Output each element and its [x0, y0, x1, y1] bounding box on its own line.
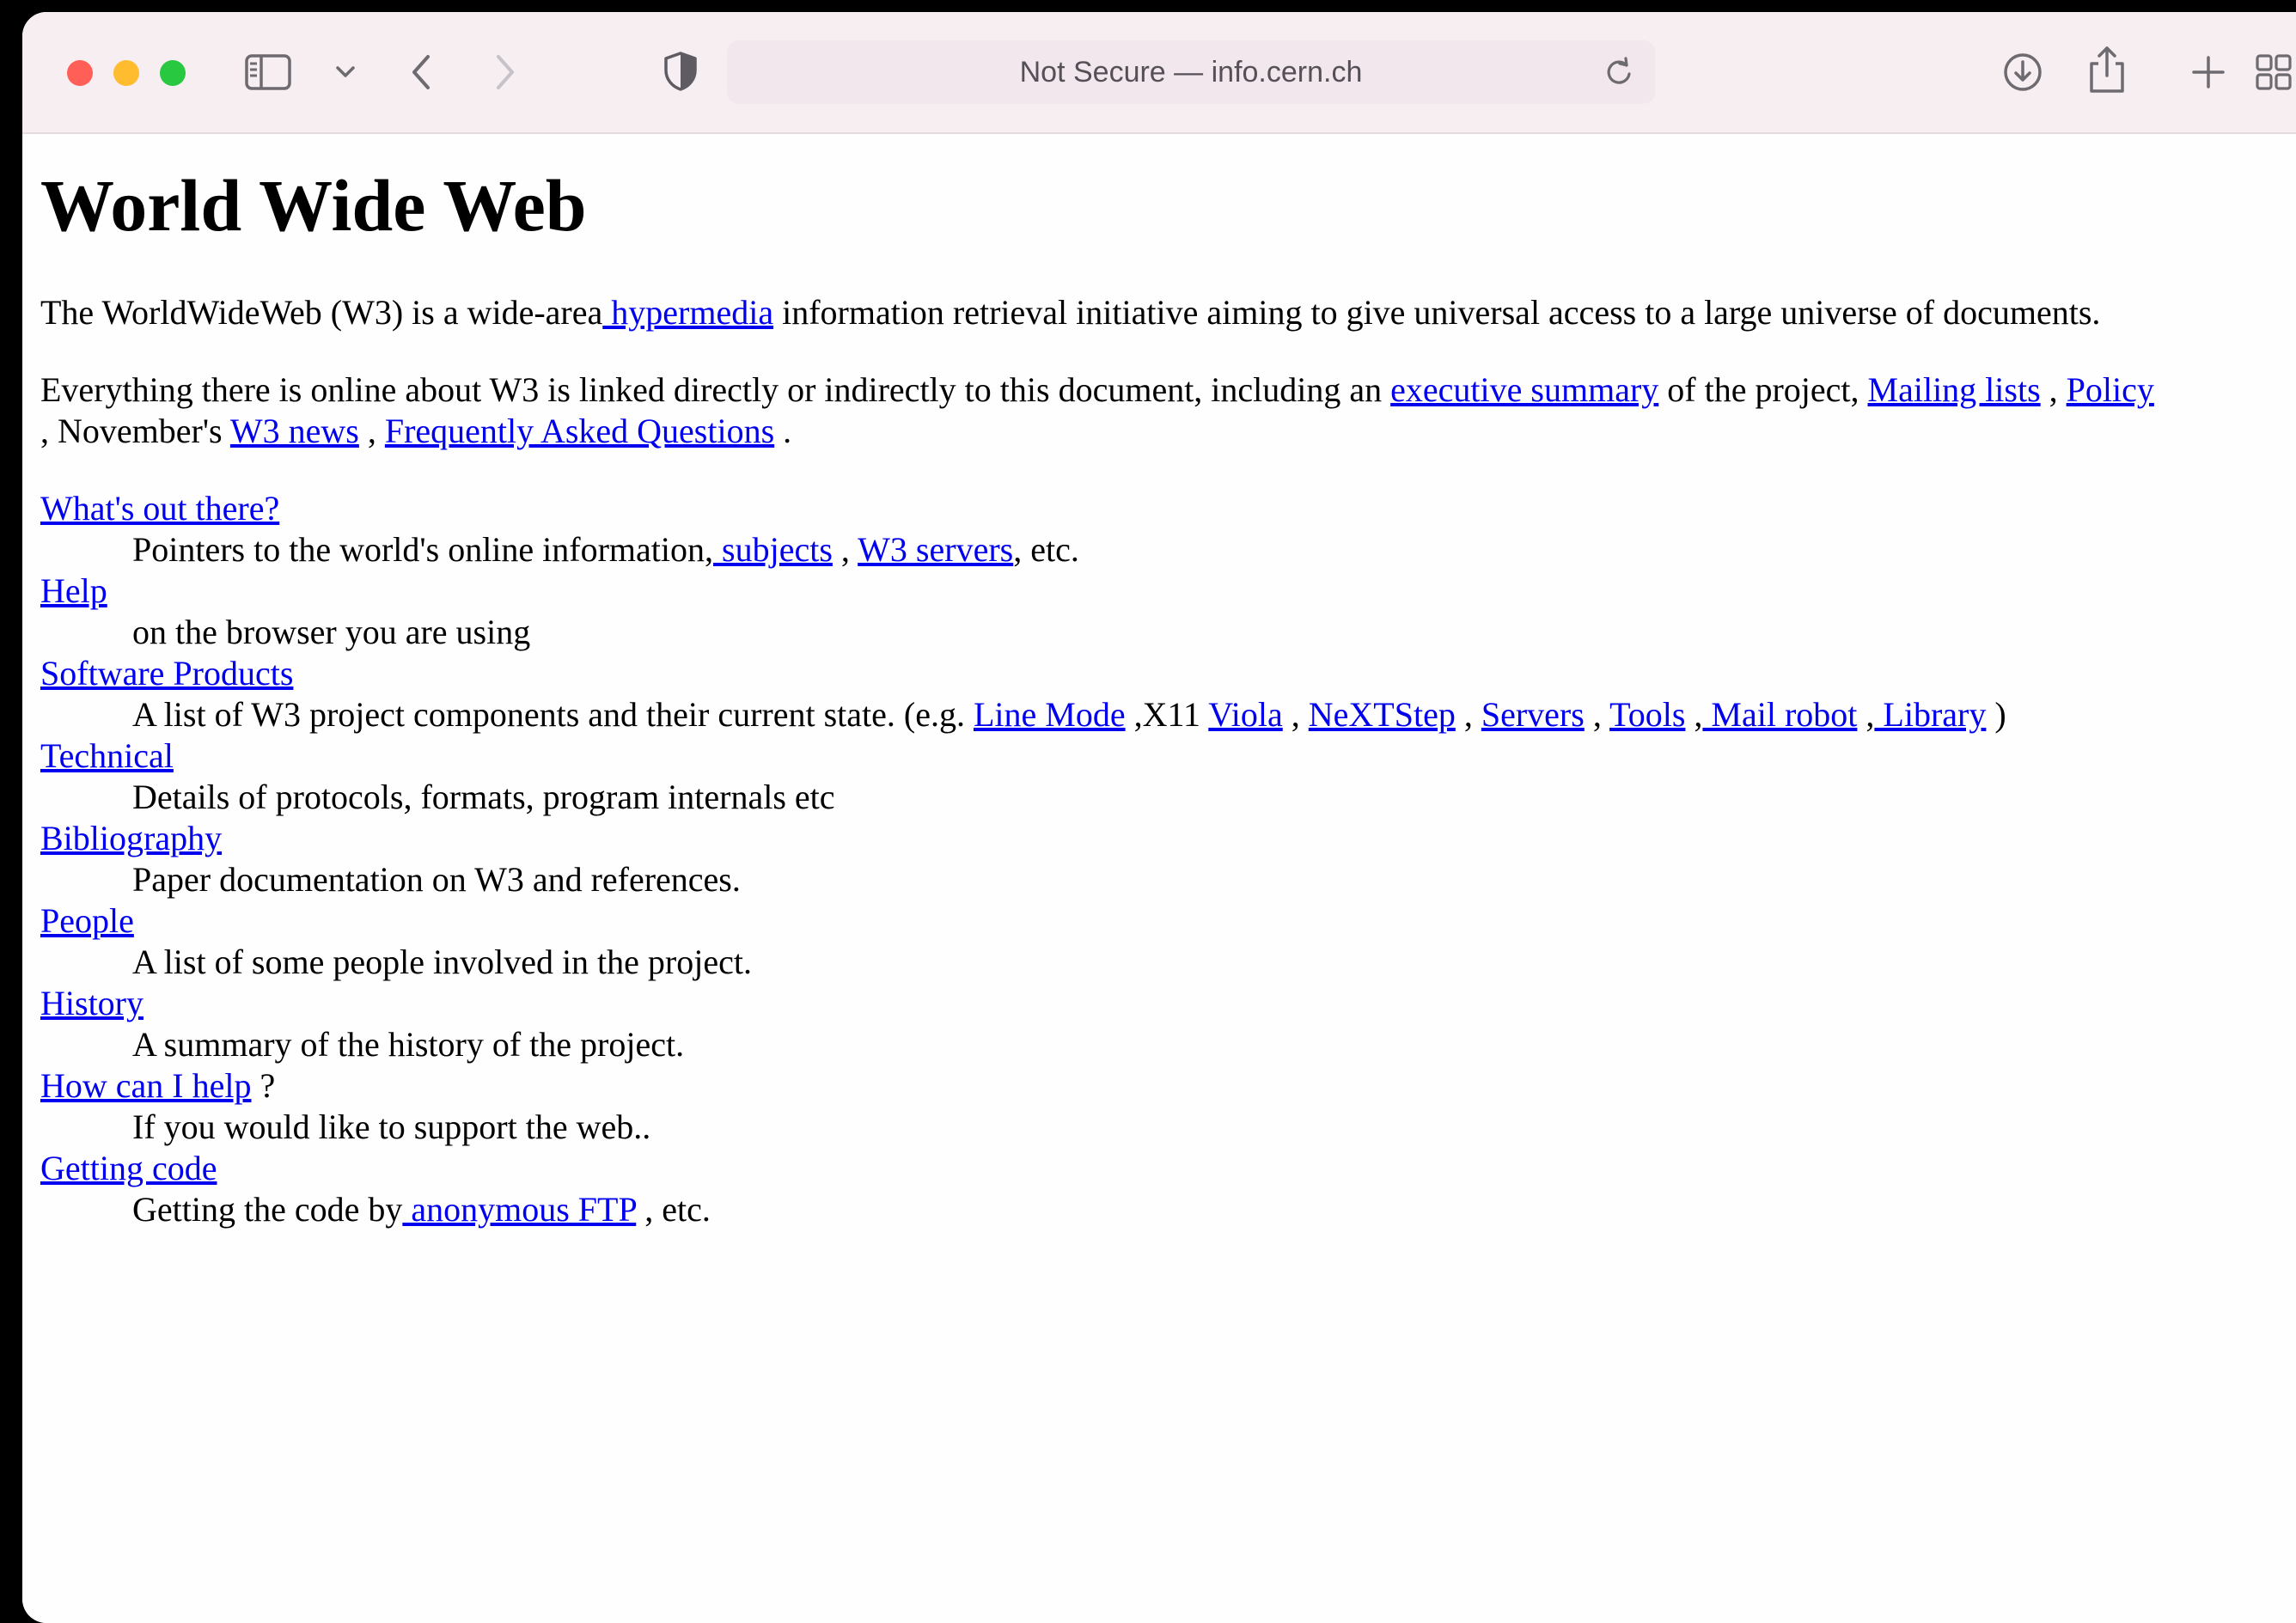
page-title: World Wide Web: [40, 164, 587, 247]
hypermedia-link[interactable]: hypermedia: [602, 293, 773, 332]
intro-text-end: information retrieval initiative aiming …: [773, 293, 2101, 332]
forward-icon[interactable]: [492, 52, 519, 93]
technical-desc: Details of protocols, formats, program i…: [132, 778, 835, 816]
nextstep-link[interactable]: NeXTStep: [1309, 695, 1456, 734]
people-term: People: [40, 900, 134, 942]
everything-paragraph-continued: , November's W3 news , Frequently Asked …: [40, 411, 791, 452]
library-link[interactable]: Library: [1874, 695, 1986, 734]
subjects-link[interactable]: subjects: [713, 530, 833, 569]
back-icon[interactable]: [407, 52, 435, 93]
reload-icon[interactable]: [1603, 56, 1634, 88]
address-bar[interactable]: Not Secure — info.cern.ch: [727, 40, 1655, 104]
tab-overview-icon[interactable]: [2255, 53, 2293, 91]
share-icon[interactable]: [2088, 45, 2126, 95]
how-can-i-help-desc: If you would like to support the web..: [132, 1107, 651, 1146]
browser-window: Not Secure — info.cern.ch World Wide Web…: [22, 12, 2296, 1623]
maximize-window-button[interactable]: [160, 60, 186, 86]
intro-paragraph: The WorldWideWeb (W3) is a wide-area hyp…: [40, 292, 2100, 333]
bibliography-link[interactable]: Bibliography: [40, 819, 222, 857]
download-icon[interactable]: [2002, 52, 2043, 93]
everything-end: .: [774, 412, 792, 450]
sep-5: ,: [1857, 695, 1875, 734]
anonymous-ftp-link[interactable]: anonymous FTP: [402, 1190, 636, 1229]
whats-out-there-text: Pointers to the world's online informati…: [132, 530, 714, 569]
servers-link[interactable]: Servers: [1481, 695, 1585, 734]
getting-code-end: , etc.: [636, 1190, 711, 1229]
w3-servers-link[interactable]: W3 servers: [858, 530, 1013, 569]
whats-out-there-end: , etc.: [1013, 530, 1079, 569]
software-products-desc: A list of W3 project components and thei…: [132, 694, 2006, 735]
how-can-i-help-link[interactable]: How can I help: [40, 1066, 251, 1105]
software-products-link[interactable]: Software Products: [40, 654, 293, 693]
close-window-button[interactable]: [67, 60, 93, 86]
people-desc: A list of some people involved in the pr…: [132, 943, 752, 981]
whats-out-there-link[interactable]: What's out there?: [40, 489, 279, 528]
minimize-window-button[interactable]: [113, 60, 139, 86]
bibliography-term: Bibliography: [40, 818, 222, 859]
everything-sep: ,: [2040, 370, 2067, 409]
everything-text-3: , November's: [40, 412, 230, 450]
getting-code-text: Getting the code by: [132, 1190, 403, 1229]
everything-paragraph: Everything there is online about W3 is l…: [40, 369, 2154, 411]
getting-code-term: Getting code: [40, 1148, 217, 1189]
history-term: History: [40, 983, 144, 1024]
everything-sep-2: ,: [358, 412, 385, 450]
software-products-term: Software Products: [40, 653, 293, 694]
chevron-down-icon[interactable]: [335, 65, 356, 79]
policy-link[interactable]: Policy: [2067, 370, 2154, 409]
close-paren: ): [1986, 695, 2006, 734]
help-term: Help: [40, 570, 107, 612]
help-desc: on the browser you are using: [132, 613, 531, 651]
everything-text: Everything there is online about W3 is l…: [40, 370, 1391, 409]
w3-news-link[interactable]: W3 news: [230, 412, 359, 450]
sep-1: ,: [1282, 695, 1309, 734]
viola-link[interactable]: Viola: [1208, 695, 1282, 734]
faq-link[interactable]: Frequently Asked Questions: [385, 412, 774, 450]
sep-2: ,: [1455, 695, 1481, 734]
technical-link[interactable]: Technical: [40, 736, 174, 775]
whats-out-there-sep: ,: [832, 530, 858, 569]
x11-text: ,X11: [1125, 695, 1209, 734]
how-can-i-help-suffix: ?: [251, 1066, 276, 1105]
sep-3: ,: [1584, 695, 1610, 734]
help-link[interactable]: Help: [40, 571, 107, 610]
tools-link[interactable]: Tools: [1609, 695, 1685, 734]
new-tab-icon[interactable]: [2191, 55, 2226, 89]
software-products-text: A list of W3 project components and thei…: [132, 695, 974, 734]
bibliography-desc: Paper documentation on W3 and references…: [132, 860, 741, 899]
mailing-lists-link[interactable]: Mailing lists: [1868, 370, 2041, 409]
mail-robot-link[interactable]: Mail robot: [1702, 695, 1857, 734]
sep-4: ,: [1685, 695, 1703, 734]
line-mode-link[interactable]: Line Mode: [974, 695, 1126, 734]
whats-out-there-desc: Pointers to the world's online informati…: [132, 529, 1079, 570]
shield-icon[interactable]: [662, 50, 699, 93]
executive-summary-link[interactable]: executive summary: [1390, 370, 1658, 409]
browser-toolbar: Not Secure — info.cern.ch: [22, 12, 2296, 134]
address-text: Not Secure — info.cern.ch: [1019, 56, 1363, 88]
getting-code-desc: Getting the code by anonymous FTP , etc.: [132, 1189, 711, 1230]
history-desc: A summary of the history of the project.: [132, 1025, 685, 1064]
how-can-i-help-term: How can I help ?: [40, 1065, 275, 1107]
whats-out-there-term: What's out there?: [40, 488, 279, 529]
history-link[interactable]: History: [40, 984, 144, 1022]
intro-text: The WorldWideWeb (W3) is a wide-area: [40, 293, 603, 332]
technical-term: Technical: [40, 735, 174, 777]
everything-text-2: of the project,: [1658, 370, 1868, 409]
page-content: World Wide Web The WorldWideWeb (W3) is …: [22, 134, 2296, 1623]
people-link[interactable]: People: [40, 901, 134, 940]
sidebar-icon[interactable]: [244, 53, 292, 91]
getting-code-link[interactable]: Getting code: [40, 1149, 217, 1187]
